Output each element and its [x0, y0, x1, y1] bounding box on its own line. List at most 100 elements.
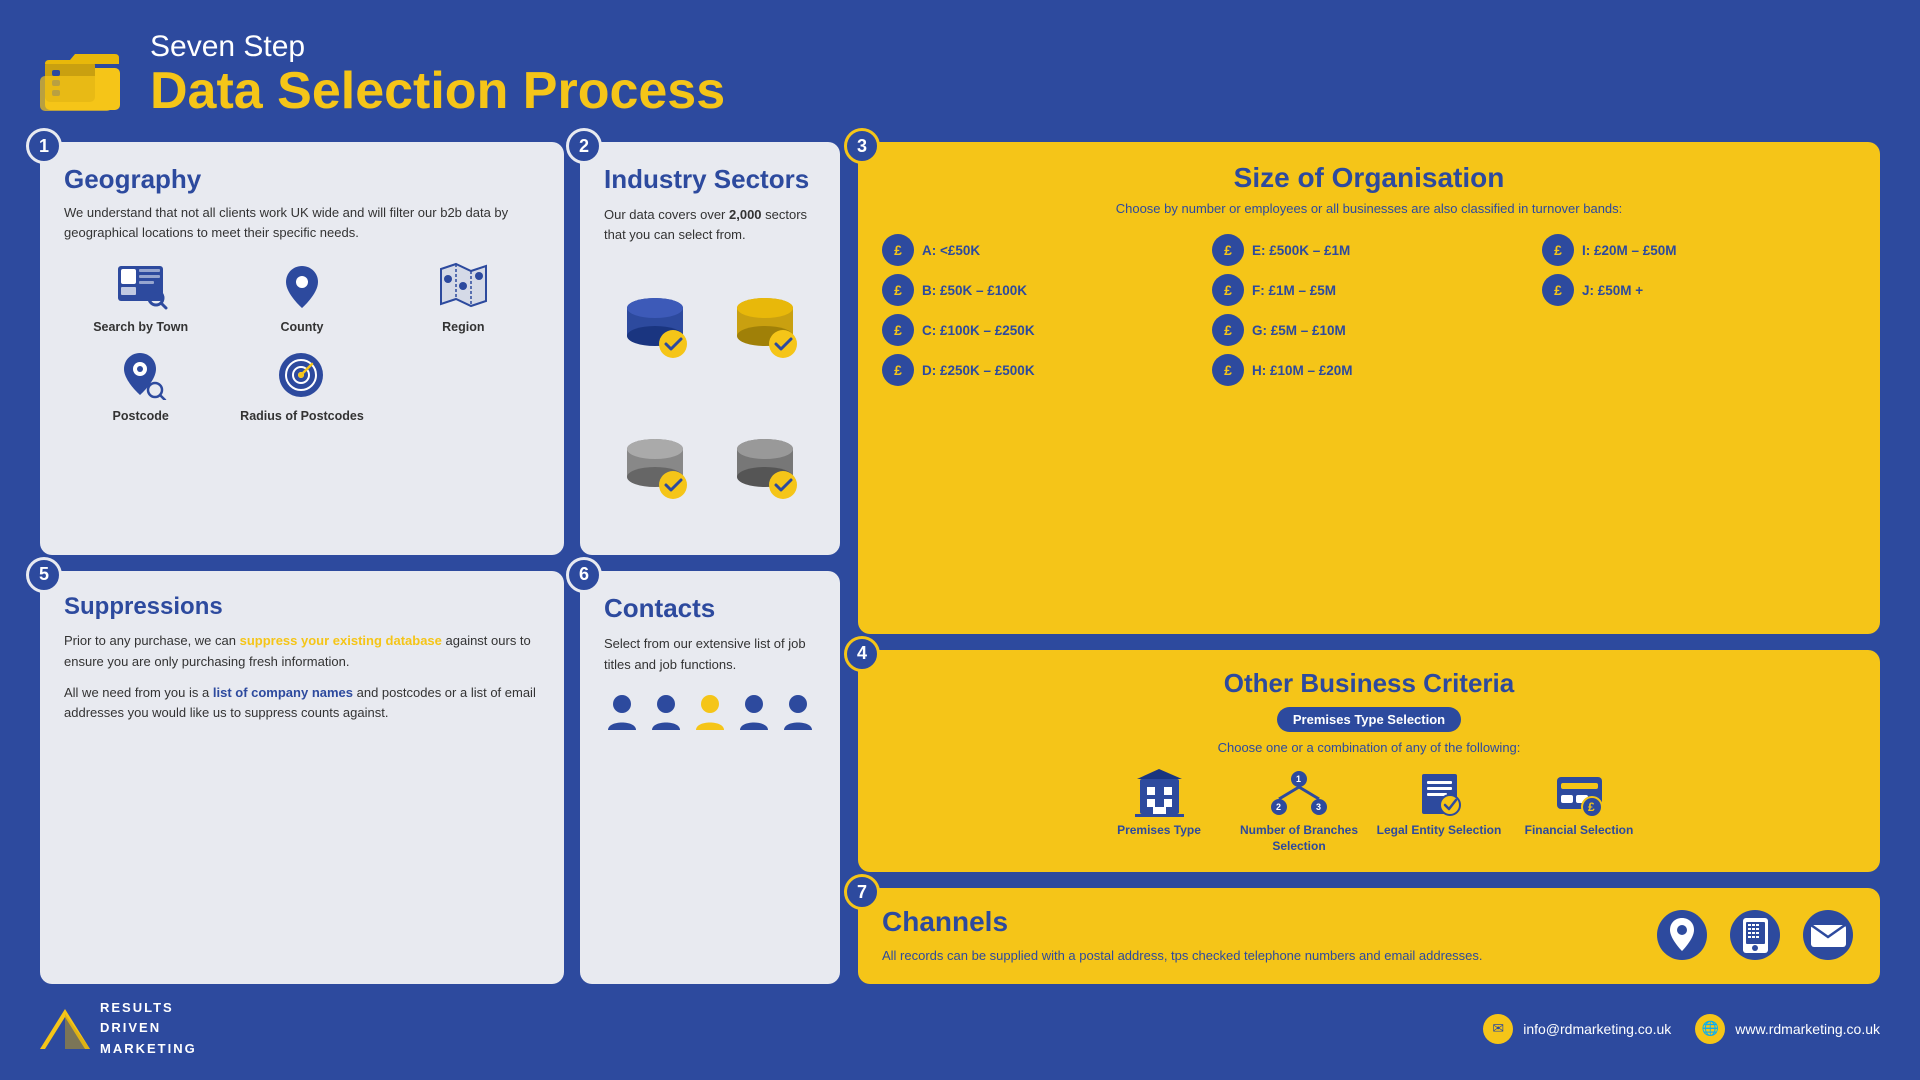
pound-icon-a: £ [882, 234, 914, 266]
company-names-highlight: list of company names [213, 685, 353, 700]
building-icon [1132, 769, 1187, 817]
database-icon-3 [604, 431, 706, 501]
size-band-e: £ E: £500K – £1M [1212, 234, 1526, 266]
suppress-highlight: suppress your existing database [240, 633, 442, 648]
legal-icon [1412, 769, 1467, 817]
footer: RESULTS DRIVEN MARKETING ✉ info@rdmarket… [40, 998, 1880, 1060]
step3-subtitle: Choose by number or employees or all bus… [882, 200, 1856, 218]
svg-text:1: 1 [1296, 774, 1301, 784]
pound-icon-f: £ [1212, 274, 1244, 306]
step2-description: Our data covers over 2,000 sectors that … [604, 205, 816, 244]
location-pin-icon [1655, 908, 1710, 963]
company-logo: RESULTS DRIVEN MARKETING [40, 998, 197, 1060]
person-icon-2 [648, 692, 684, 732]
criteria-premises-label: Premises Type [1117, 823, 1201, 839]
pound-icon-d: £ [882, 354, 914, 386]
step7-description: All records can be supplied with a posta… [882, 946, 1483, 966]
footer-email-item: ✉ info@rdmarketing.co.uk [1483, 1014, 1671, 1044]
geo-item-region: Region [387, 258, 540, 335]
premises-badge: Premises Type Selection [1277, 707, 1461, 732]
size-band-j: £ J: £50M + [1542, 274, 1856, 306]
premises-badge-container: Premises Type Selection [882, 707, 1856, 740]
step7-number: 7 [844, 874, 880, 910]
person-icon-1 [604, 692, 640, 732]
pound-icon-c: £ [882, 314, 914, 346]
step1-number: 1 [26, 128, 62, 164]
footer-contact-info: ✉ info@rdmarketing.co.uk 🌐 www.rdmarketi… [1483, 1014, 1880, 1044]
right-column: 3 Size of Organisation Choose by number … [858, 142, 1880, 983]
database-icons [604, 258, 816, 533]
step2-industry-card: 2 Industry Sectors Our data covers over … [580, 142, 840, 555]
business-criteria-icons: Premises Type 1 2 3 [882, 769, 1856, 854]
criteria-financial: £ Financial Selection [1514, 769, 1644, 854]
pound-icon-h: £ [1212, 354, 1244, 386]
person-icon-3-highlighted [692, 692, 728, 732]
geo-item-postcode: Postcode [64, 347, 217, 424]
main-content: 1 Geography We understand that not all c… [40, 142, 1880, 983]
step5-title: Suppressions [64, 593, 540, 621]
channels-icons-group [1655, 908, 1856, 963]
company-name-line2: DRIVEN [100, 1018, 197, 1039]
size-band-f: £ F: £1M – £5M [1212, 274, 1526, 306]
person-icon-4 [736, 692, 772, 732]
step1-title: Geography [64, 164, 540, 195]
size-band-c-label: C: £100K – £250K [922, 323, 1035, 338]
postcode-label: Postcode [113, 408, 169, 424]
svg-text:3: 3 [1316, 802, 1321, 812]
top-row: 1 Geography We understand that not all c… [40, 142, 840, 555]
size-band-d-label: D: £250K – £500K [922, 363, 1035, 378]
step4-subtitle: Choose one or a combination of any of th… [882, 740, 1856, 755]
pound-icon-j: £ [1542, 274, 1574, 306]
criteria-premises-type: Premises Type [1094, 769, 1224, 854]
header-title: Data Selection Process [150, 63, 725, 120]
step4-title: Other Business Criteria [882, 668, 1856, 699]
step3-number: 3 [844, 128, 880, 164]
step1-description: We understand that not all clients work … [64, 203, 540, 242]
step2-title: Industry Sectors [604, 164, 816, 195]
geo-item-radius: Radius of Postcodes [225, 347, 378, 424]
pound-icon-b: £ [882, 274, 914, 306]
left-column: 1 Geography We understand that not all c… [40, 142, 840, 983]
search-by-town-icon [111, 258, 171, 313]
criteria-legal-label: Legal Entity Selection [1377, 823, 1502, 839]
svg-text:£: £ [1588, 800, 1595, 814]
database-icon-2 [714, 290, 816, 360]
step5-suppressions-card: 5 Suppressions Prior to any purchase, we… [40, 571, 564, 984]
footer-website-item: 🌐 www.rdmarketing.co.uk [1695, 1014, 1880, 1044]
geo-item-search-by-town: Search by Town [64, 258, 217, 335]
size-band-a-label: A: <£50K [922, 243, 980, 258]
radius-icon [272, 347, 332, 402]
step6-description: Select from our extensive list of job ti… [604, 634, 816, 676]
company-name-line3: MARKETING [100, 1039, 197, 1060]
step6-title: Contacts [604, 593, 816, 624]
county-label: County [280, 319, 323, 335]
financial-icon: £ [1552, 769, 1607, 817]
bottom-row: 5 Suppressions Prior to any purchase, we… [40, 571, 840, 984]
region-icon [433, 258, 493, 313]
step6-contacts-card: 6 Contacts Select from our extensive lis… [580, 571, 840, 984]
size-band-c: £ C: £100K – £250K [882, 314, 1196, 346]
radius-label: Radius of Postcodes [240, 408, 364, 424]
geo-item-county: County [225, 258, 378, 335]
step1-geography-card: 1 Geography We understand that not all c… [40, 142, 564, 555]
header-subtitle: Seven Step [150, 30, 725, 63]
step5-text2: All we need from you is a list of compan… [64, 683, 540, 725]
size-band-f-label: F: £1M – £5M [1252, 283, 1336, 298]
postcode-icon [111, 347, 171, 402]
step7-channels-card: 7 Channels All records can be supplied w… [858, 888, 1880, 984]
size-band-h: £ H: £10M – £20M [1212, 354, 1526, 386]
size-band-a: £ A: <£50K [882, 234, 1196, 266]
header-text-block: Seven Step Data Selection Process [150, 30, 725, 120]
footer-email: info@rdmarketing.co.uk [1523, 1021, 1671, 1037]
rdm-logo-icon [40, 1009, 90, 1049]
step2-number: 2 [566, 128, 602, 164]
region-label: Region [442, 319, 484, 335]
person-icon-5 [780, 692, 816, 732]
criteria-branches: 1 2 3 Number of Branches Selection [1234, 769, 1364, 854]
database-icon-4 [714, 431, 816, 501]
step6-number: 6 [566, 557, 602, 593]
step4-business-card: 4 Other Business Criteria Premises Type … [858, 650, 1880, 872]
footer-website: www.rdmarketing.co.uk [1735, 1021, 1880, 1037]
search-by-town-label: Search by Town [93, 319, 188, 335]
branches-icon: 1 2 3 [1269, 769, 1329, 817]
